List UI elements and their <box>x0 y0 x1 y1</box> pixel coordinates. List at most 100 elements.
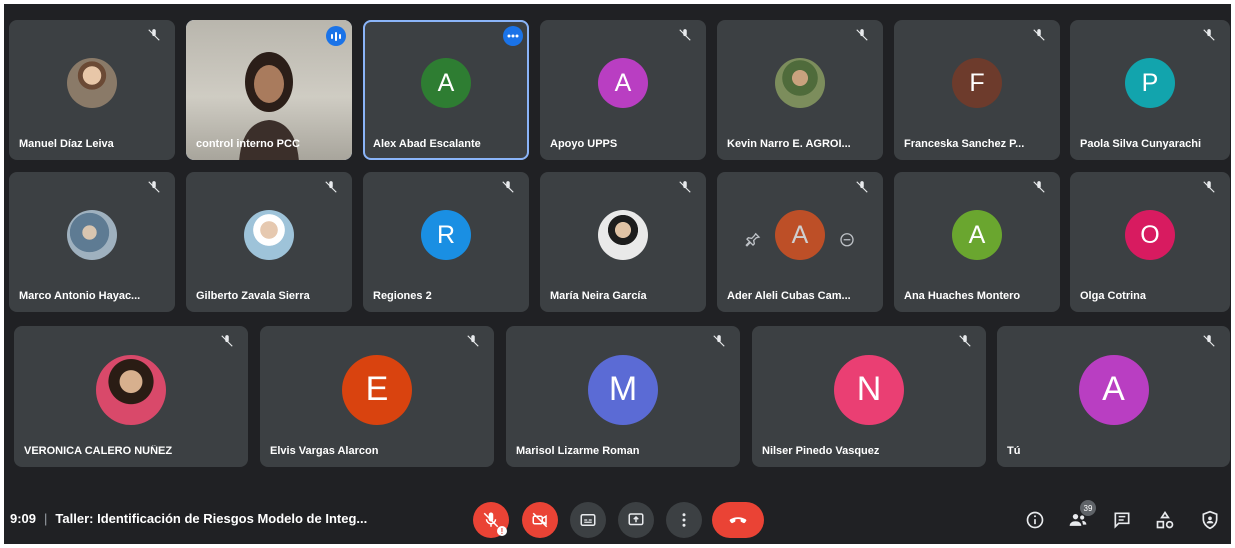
mic-off-icon <box>679 181 691 193</box>
avatar: A <box>1078 354 1149 425</box>
mic-off-icon <box>325 181 337 193</box>
control-bar: 9:09 | Taller: Identificación de Riesgos… <box>4 474 1231 544</box>
participant-tile[interactable]: A Apoyo UPPS <box>540 20 706 160</box>
mic-off-icon <box>959 335 971 347</box>
avatar: O <box>1125 210 1175 260</box>
participant-name: Apoyo UPPS <box>550 138 618 150</box>
mic-alert-icon: ! <box>497 526 507 536</box>
avatar: R <box>421 210 471 260</box>
participant-tile[interactable]: F Franceska Sanchez P... <box>894 20 1060 160</box>
participant-name: Marisol Lizarme Roman <box>516 445 640 457</box>
participant-name: control interno PCC <box>196 138 300 150</box>
avatar <box>775 58 825 108</box>
camera-toggle-button[interactable] <box>522 502 558 538</box>
participant-name: Ader Aleli Cubas Cam... <box>727 290 851 302</box>
end-call-icon <box>729 517 747 524</box>
more-vert-icon <box>682 513 686 527</box>
mic-off-icon <box>502 181 514 193</box>
mic-off-icon <box>856 29 868 41</box>
mic-off-icon <box>1203 181 1215 193</box>
more-options-icon[interactable] <box>503 26 523 46</box>
avatar: M <box>588 354 658 425</box>
avatar <box>244 210 294 260</box>
participant-tile[interactable]: VERONICA CALERO NUÑEZ <box>14 326 248 467</box>
participant-tile[interactable]: A Ader Aleli Cubas Cam... <box>717 172 883 312</box>
host-controls-button[interactable] <box>1198 508 1222 532</box>
avatar: N <box>834 354 904 425</box>
participant-name: Gilberto Zavala Sierra <box>196 290 310 302</box>
chat-button[interactable] <box>1110 508 1134 532</box>
people-button[interactable]: 39 <box>1066 500 1096 532</box>
info-icon <box>1026 511 1044 529</box>
participant-tile[interactable]: R Regiones 2 <box>363 172 529 312</box>
self-tile[interactable]: A Tú <box>997 326 1230 467</box>
avatar: F <box>952 58 1002 108</box>
captions-button[interactable] <box>570 502 606 538</box>
speaking-indicator-icon <box>326 26 346 46</box>
host-controls-icon <box>1202 510 1218 530</box>
present-button[interactable] <box>618 502 654 538</box>
participant-name: Franceska Sanchez P... <box>904 138 1025 150</box>
mic-off-icon <box>679 29 691 41</box>
participant-name: Regiones 2 <box>373 290 432 302</box>
mic-off-icon <box>713 335 725 347</box>
mic-off-icon <box>467 335 479 347</box>
mic-off-icon <box>1203 29 1215 41</box>
meeting-details-button[interactable] <box>1023 508 1047 532</box>
avatar <box>96 354 166 425</box>
participant-tile[interactable]: O Olga Cotrina <box>1070 172 1230 312</box>
mic-off-icon <box>1033 181 1045 193</box>
present-screen-icon <box>628 513 644 526</box>
participant-name: Manuel Díaz Leiva <box>19 138 114 150</box>
avatar <box>67 210 117 260</box>
camera-off-icon <box>532 512 548 528</box>
participant-name: Alex Abad Escalante <box>373 138 481 150</box>
meeting-title: Taller: Identificación de Riesgos Modelo… <box>55 511 368 526</box>
remove-icon[interactable] <box>839 232 855 248</box>
activities-icon <box>1156 510 1174 529</box>
participant-tile[interactable]: A Alex Abad Escalante <box>363 20 529 160</box>
participant-name: Nilser Pinedo Vasquez <box>762 445 880 457</box>
mic-off-icon <box>1203 335 1215 347</box>
participant-tile[interactable]: M Marisol Lizarme Roman <box>506 326 740 467</box>
avatar <box>598 210 648 260</box>
tile-hover-controls <box>717 232 883 248</box>
captions-icon <box>580 514 596 526</box>
avatar: A <box>598 58 648 108</box>
participant-tile[interactable]: A Ana Huaches Montero <box>894 172 1060 312</box>
avatar: E <box>342 354 412 425</box>
participant-name: VERONICA CALERO NUÑEZ <box>24 445 173 457</box>
more-options-button[interactable] <box>666 502 702 538</box>
mic-off-icon <box>856 181 868 193</box>
participant-name: Olga Cotrina <box>1080 290 1147 302</box>
avatar: P <box>1125 58 1175 108</box>
participant-tile[interactable]: P Paola Silva Cunyarachi <box>1070 20 1230 160</box>
avatar <box>67 58 117 108</box>
meet-window: Manuel Díaz Leiva control interno PCC A … <box>4 4 1231 544</box>
participant-name: María Neira García <box>550 290 647 302</box>
people-count-badge: 39 <box>1080 500 1096 516</box>
participant-tile[interactable]: Kevin Narro E. AGROI... <box>717 20 883 160</box>
pin-icon[interactable] <box>745 232 761 248</box>
mic-off-icon <box>148 29 160 41</box>
participant-tile[interactable]: María Neira García <box>540 172 706 312</box>
mic-off-icon <box>148 181 160 193</box>
participant-tile[interactable]: N Nilser Pinedo Vasquez <box>752 326 986 467</box>
participant-name: Elvis Vargas Alarcon <box>270 445 379 457</box>
participant-tile[interactable]: Marco Antonio Hayac... <box>9 172 175 312</box>
end-call-button[interactable] <box>712 502 764 538</box>
avatar: A <box>421 58 471 108</box>
chat-icon <box>1114 512 1130 529</box>
participant-name: Paola Silva Cunyarachi <box>1080 138 1202 150</box>
participant-tile[interactable]: Gilberto Zavala Sierra <box>186 172 352 312</box>
participant-tile[interactable]: control interno PCC <box>186 20 352 160</box>
meeting-time: 9:09 <box>10 511 37 526</box>
mic-off-icon <box>1033 29 1045 41</box>
participant-tile[interactable]: E Elvis Vargas Alarcon <box>260 326 494 467</box>
participant-name: Kevin Narro E. AGROI... <box>727 138 851 150</box>
participant-name: Ana Huaches Montero <box>904 290 1021 302</box>
participant-tile[interactable]: Manuel Díaz Leiva <box>9 20 175 160</box>
participant-name: Marco Antonio Hayac... <box>19 290 141 302</box>
activities-button[interactable] <box>1153 508 1177 532</box>
mic-toggle-button[interactable]: ! <box>473 502 509 538</box>
